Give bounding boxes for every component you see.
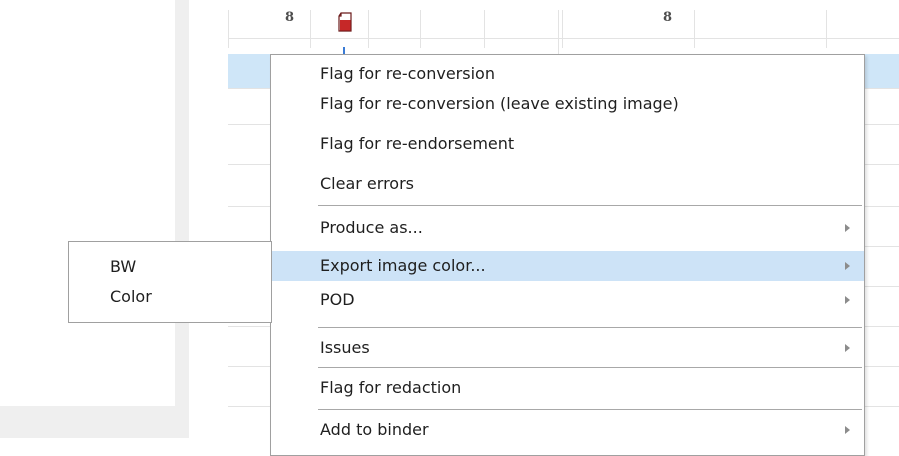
submenu-item-label: Color [110,287,152,306]
menu-item-label: POD [320,290,355,309]
panel-divider [175,0,189,438]
row-indicator [343,47,345,54]
menu-item-flag-reconversion[interactable]: Flag for re-conversion [271,59,864,89]
export-color-submenu: BW Color [68,241,272,323]
menu-item-flag-reconversion-leave-image[interactable]: Flag for re-conversion (leave existing i… [271,89,864,119]
submenu-arrow-icon [845,224,850,232]
menu-item-label: Produce as... [320,218,423,237]
menu-item-label: Clear errors [320,174,414,193]
menu-item-add-to-binder[interactable]: Add to binder [271,415,864,445]
submenu-item-label: BW [110,257,137,276]
menu-item-label: Flag for re-conversion (leave existing i… [320,94,679,113]
menu-item-flag-reendorsement[interactable]: Flag for re-endorsement [271,129,864,159]
document-icon[interactable] [338,12,354,32]
grid-cell-number: 8 [285,10,295,25]
menu-item-pod[interactable]: POD [271,285,864,315]
menu-item-clear-errors[interactable]: Clear errors [271,169,864,199]
submenu-arrow-icon [845,262,850,270]
menu-item-produce-as[interactable]: Produce as... [271,213,864,243]
grid-cell-number: 8 [663,10,673,25]
menu-item-label: Flag for redaction [320,378,462,397]
submenu-arrow-icon [845,426,850,434]
menu-item-label: Flag for re-conversion [320,64,495,83]
submenu-item-bw[interactable]: BW [69,252,271,282]
menu-item-label: Export image color... [320,256,486,275]
menu-separator [318,409,862,410]
menu-item-flag-redaction[interactable]: Flag for redaction [271,373,864,403]
menu-item-export-image-color[interactable]: Export image color... [271,251,864,281]
menu-item-label: Add to binder [320,420,429,439]
menu-item-label: Flag for re-endorsement [320,134,515,153]
menu-item-label: Issues [320,338,370,357]
context-menu: Flag for re-conversion Flag for re-conve… [270,54,865,456]
menu-separator [318,205,862,206]
panel-footer-band [0,406,189,438]
submenu-item-color[interactable]: Color [69,282,271,312]
menu-item-issues[interactable]: Issues [271,333,864,363]
menu-separator [318,367,862,368]
submenu-arrow-icon [845,344,850,352]
submenu-arrow-icon [845,296,850,304]
menu-separator [318,327,862,328]
